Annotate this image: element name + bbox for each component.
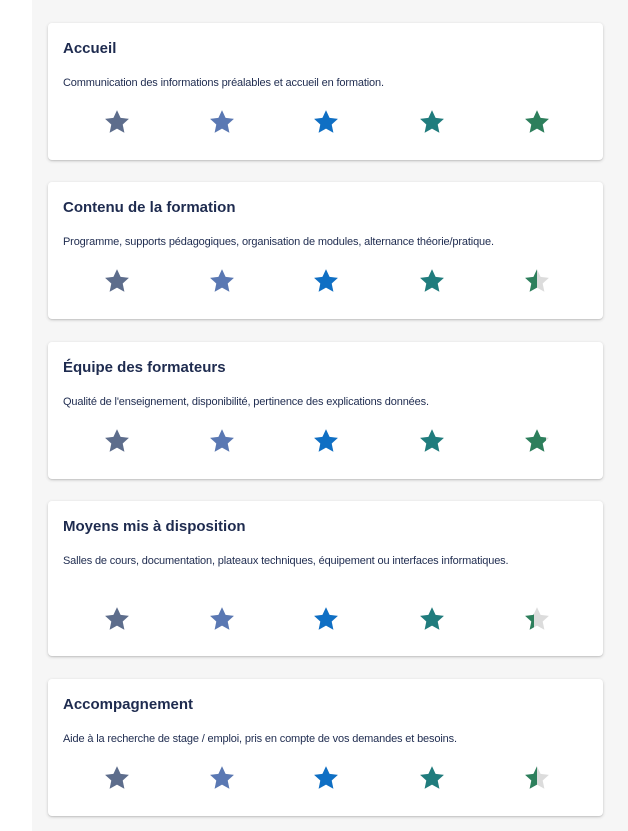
star-icon[interactable]: [207, 604, 237, 634]
star-icon[interactable]: [102, 426, 132, 456]
rating-card-moyens: Moyens mis à disposition Salles de cours…: [48, 501, 603, 656]
star-icon[interactable]: [522, 763, 552, 793]
star-icon[interactable]: [207, 107, 237, 137]
card-title: Accueil: [63, 40, 117, 57]
card-title: Contenu de la formation: [63, 199, 236, 216]
star-icon[interactable]: [417, 763, 447, 793]
card-title: Équipe des formateurs: [63, 359, 226, 376]
star-icon[interactable]: [522, 266, 552, 296]
rating-card-equipe: Équipe des formateurs Qualité de l'ensei…: [48, 342, 603, 479]
star-icon[interactable]: [207, 426, 237, 456]
star-icon[interactable]: [102, 604, 132, 634]
star-icon[interactable]: [311, 763, 341, 793]
star-icon[interactable]: [311, 266, 341, 296]
star-icon[interactable]: [311, 426, 341, 456]
card-description: Communication des informations préalable…: [63, 77, 384, 89]
star-rating[interactable]: [48, 604, 603, 634]
card-description: Programme, supports pédagogiques, organi…: [63, 236, 494, 248]
card-description: Qualité de l'enseignement, disponibilité…: [63, 396, 429, 408]
star-icon[interactable]: [102, 266, 132, 296]
star-icon[interactable]: [417, 426, 447, 456]
star-icon[interactable]: [102, 763, 132, 793]
star-icon[interactable]: [417, 604, 447, 634]
star-icon[interactable]: [311, 604, 341, 634]
star-icon[interactable]: [522, 604, 552, 634]
card-title: Moyens mis à disposition: [63, 518, 246, 535]
star-icon[interactable]: [311, 107, 341, 137]
star-rating[interactable]: [48, 107, 603, 137]
star-rating[interactable]: [48, 266, 603, 296]
star-icon[interactable]: [417, 266, 447, 296]
card-description: Salles de cours, documentation, plateaux…: [63, 555, 509, 567]
star-icon[interactable]: [207, 763, 237, 793]
card-description: Aide à la recherche de stage / emploi, p…: [63, 733, 457, 745]
star-icon[interactable]: [522, 107, 552, 137]
star-icon[interactable]: [417, 107, 447, 137]
rating-card-accueil: Accueil Communication des informations p…: [48, 23, 603, 160]
rating-card-accompagnement: Accompagnement Aide à la recherche de st…: [48, 679, 603, 816]
star-icon[interactable]: [207, 266, 237, 296]
ratings-panel: Accueil Communication des informations p…: [32, 0, 628, 831]
star-icon[interactable]: [522, 426, 552, 456]
star-rating[interactable]: [48, 763, 603, 793]
star-icon[interactable]: [102, 107, 132, 137]
star-rating[interactable]: [48, 426, 603, 456]
rating-card-contenu: Contenu de la formation Programme, suppo…: [48, 182, 603, 319]
card-title: Accompagnement: [63, 696, 194, 713]
